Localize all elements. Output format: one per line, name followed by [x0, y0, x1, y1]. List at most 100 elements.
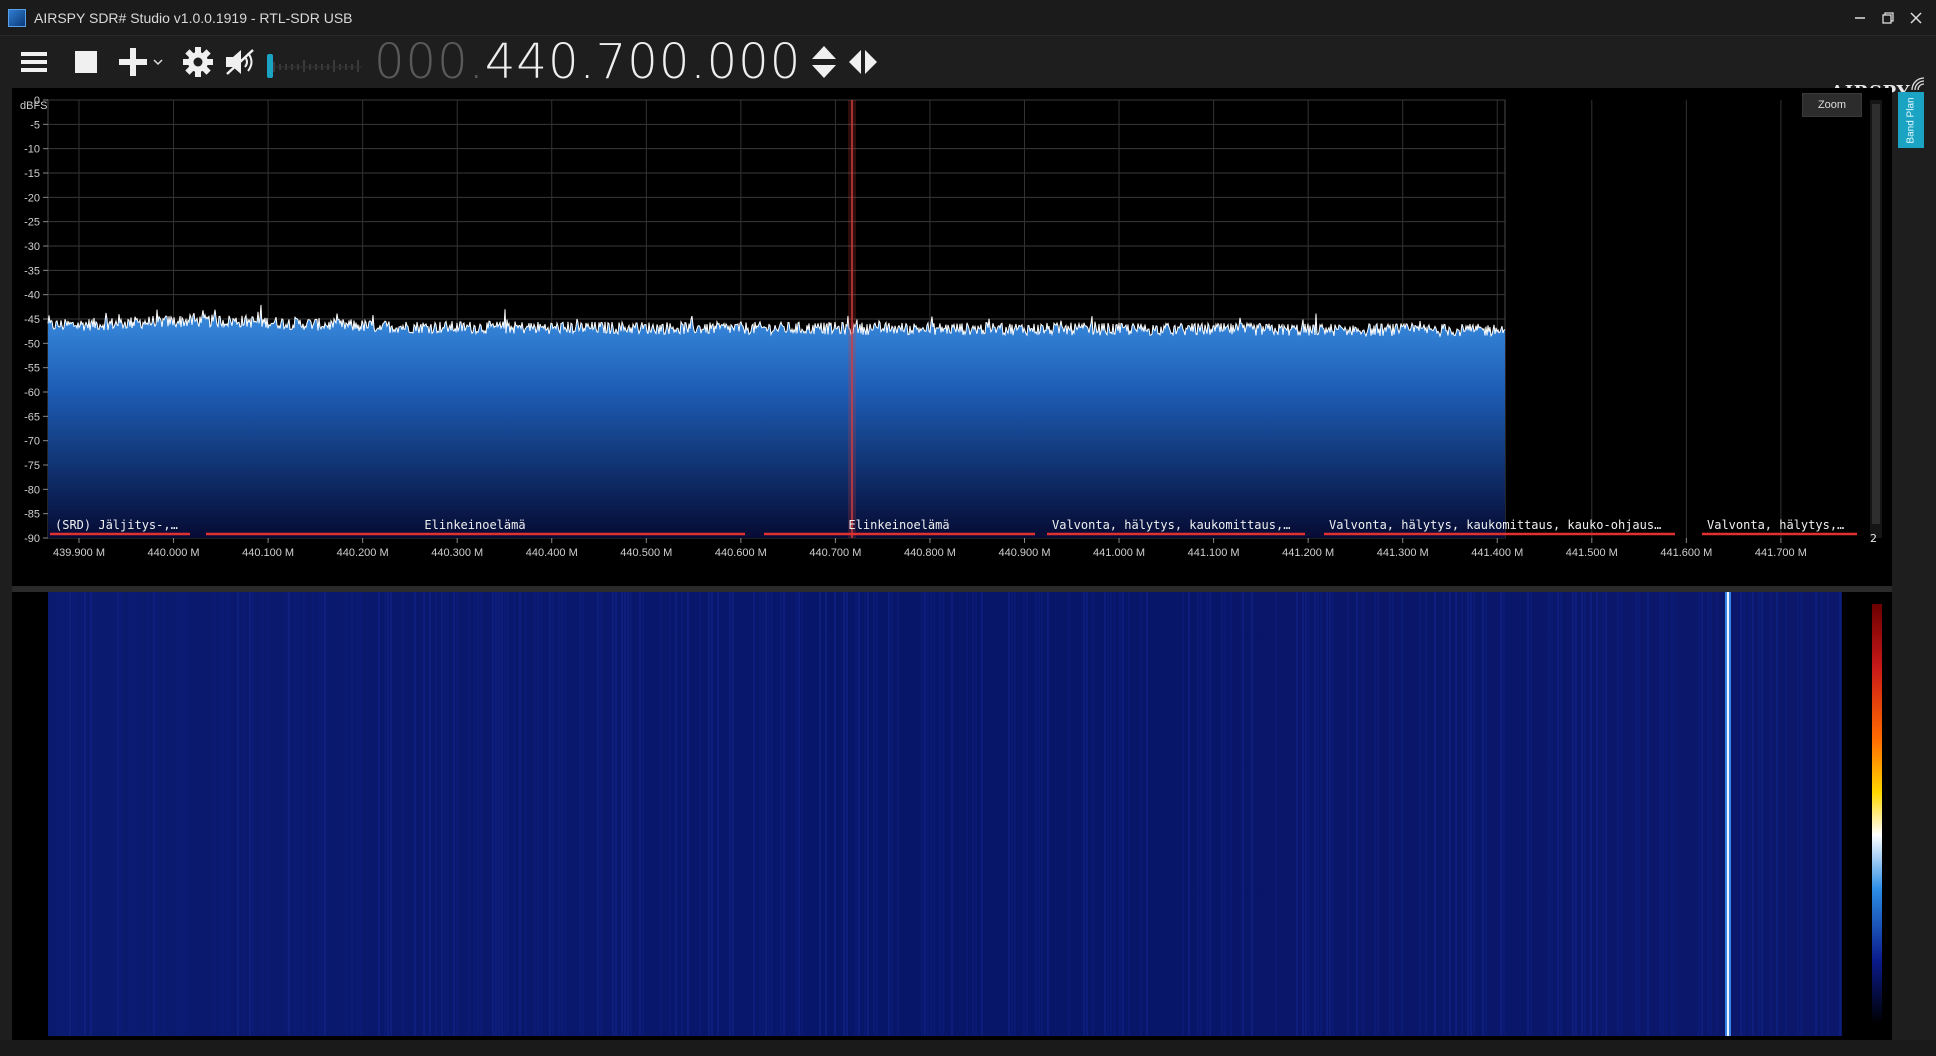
- waterfall-display[interactable]: [12, 592, 1892, 1040]
- spectrum-analyzer[interactable]: dBFS 0 -5 -10 -15 -20 -25 -30 -35 -40 -45 -50 -55 -6…: [12, 88, 1892, 586]
- waterfall-column: [1800, 592, 1802, 1036]
- waterfall-column: [1572, 592, 1574, 1036]
- waterfall-column: [1362, 592, 1364, 1036]
- gear-icon: [183, 47, 213, 77]
- waterfall-column: [1785, 592, 1787, 1036]
- waterfall-column: [135, 592, 137, 1036]
- waterfall-column: [972, 592, 974, 1036]
- waterfall-column: [435, 592, 437, 1036]
- x-tick-label: 440.700 M: [809, 547, 861, 559]
- waterfall-column: [1221, 592, 1223, 1036]
- spectrum-scrollbar-thumb[interactable]: [1872, 104, 1880, 524]
- waterfall-column: [1209, 592, 1211, 1036]
- spectrum-plot[interactable]: 0 -5 -10 -15 -20 -25 -30 -35 -40 -45 -50 -55 -60 -65 -…: [12, 88, 1892, 586]
- waterfall-column: [177, 592, 179, 1036]
- waterfall-column: [537, 592, 539, 1036]
- minimize-button[interactable]: [1846, 0, 1874, 36]
- waterfall-column: [351, 592, 353, 1036]
- waterfall-column: [1701, 592, 1703, 1036]
- waterfall-column: [1026, 592, 1028, 1036]
- waterfall-column: [681, 592, 683, 1036]
- title-bar: AIRSPY SDR# Studio v1.0.0.1919 - RTL-SDR…: [0, 0, 1936, 36]
- y-tick-label: 0: [34, 95, 40, 107]
- waterfall-column: [1332, 592, 1334, 1036]
- waterfall-column: [1128, 592, 1130, 1036]
- settings-button[interactable]: [176, 40, 220, 84]
- x-tick-label: 441.100 M: [1188, 547, 1240, 559]
- waterfall-column: [732, 592, 734, 1036]
- waterfall-column: [1011, 592, 1013, 1036]
- zoom-button[interactable]: Zoom: [1802, 93, 1862, 117]
- waterfall-column: [441, 592, 443, 1036]
- waterfall-column: [69, 592, 71, 1036]
- waterfall-column: [819, 592, 821, 1036]
- waterfall-column: [1590, 592, 1592, 1036]
- x-tick-label: 440.400 M: [526, 547, 578, 559]
- band-label[interactable]: Valvonta, hälytys, kaukomittaus, kauko-o…: [1329, 518, 1661, 532]
- mute-button[interactable]: [220, 40, 260, 84]
- waterfall-column: [84, 592, 86, 1036]
- band-plan-label: Band Plan: [1905, 96, 1917, 144]
- y-tick-label: -50: [24, 338, 40, 350]
- stop-button[interactable]: [64, 40, 108, 84]
- waterfall-column: [1821, 592, 1823, 1036]
- waterfall-column: [513, 592, 515, 1036]
- frequency-step-button[interactable]: [807, 40, 841, 84]
- y-tick-label: -45: [24, 314, 40, 326]
- waterfall-column: [534, 592, 536, 1036]
- waterfall-column: [1761, 592, 1763, 1036]
- waterfall-column: [846, 592, 848, 1036]
- band-label[interactable]: Elinkeinoelämä: [848, 518, 949, 532]
- y-tick-label: -10: [24, 144, 40, 156]
- waterfall-column: [1659, 592, 1661, 1036]
- main-menu-button[interactable]: [12, 40, 56, 84]
- frequency-digits[interactable]: 440.700.000: [485, 38, 801, 86]
- status-strip: [0, 1040, 1936, 1056]
- add-source-dropdown[interactable]: [150, 40, 166, 84]
- waterfall-column: [1392, 592, 1394, 1036]
- band-plan-tab[interactable]: Band Plan: [1898, 92, 1924, 148]
- left-right-arrows-icon: [849, 50, 878, 74]
- frequency-leading-digits[interactable]: 000.: [374, 38, 485, 86]
- waterfall-column: [186, 592, 188, 1036]
- waterfall-column: [1740, 592, 1742, 1036]
- band-label[interactable]: (SRD) Jäljitys-,…: [55, 518, 178, 532]
- waterfall-column: [1584, 592, 1586, 1036]
- waterfall-column: [474, 592, 476, 1036]
- waterfall-column: [780, 592, 782, 1036]
- x-tick-label: 441.400 M: [1471, 547, 1523, 559]
- band-label[interactable]: Valvonta, hälytys, kaukomittaus,…: [1052, 518, 1290, 532]
- restore-button[interactable]: [1874, 0, 1902, 36]
- waterfall-column: [867, 592, 869, 1036]
- speaker-muted-icon: [226, 49, 254, 75]
- band-label[interactable]: Valvonta, hälytys,…: [1707, 518, 1844, 532]
- waterfall-column: [930, 592, 932, 1036]
- band-label[interactable]: Elinkeinoelämä: [424, 518, 525, 532]
- waterfall-color-legend[interactable]: [1872, 604, 1882, 1024]
- add-source-button[interactable]: [116, 40, 150, 84]
- frequency-display[interactable]: 000. 440.700.000: [374, 38, 801, 86]
- waterfall-column: [939, 592, 941, 1036]
- waterfall-column: [1320, 592, 1322, 1036]
- waterfall-column: [66, 592, 68, 1036]
- waterfall-column: [1104, 592, 1106, 1036]
- waterfall-column: [501, 592, 503, 1036]
- waterfall-column: [897, 592, 899, 1036]
- waterfall-column: [261, 592, 263, 1036]
- waterfall-column: [1206, 592, 1208, 1036]
- waterfall-column: [1314, 592, 1316, 1036]
- waterfall-column: [1008, 592, 1010, 1036]
- frequency-shift-button[interactable]: [843, 40, 883, 84]
- waterfall-column: [228, 592, 230, 1036]
- waterfall-column: [1797, 592, 1799, 1036]
- waterfall-plot[interactable]: [12, 592, 1892, 1040]
- close-button[interactable]: [1902, 0, 1930, 36]
- waterfall-column: [507, 592, 509, 1036]
- waterfall-column: [1083, 592, 1085, 1036]
- waterfall-column: [1551, 592, 1553, 1036]
- waterfall-column: [1605, 592, 1607, 1036]
- waterfall-column: [1302, 592, 1304, 1036]
- waterfall-column: [180, 592, 182, 1036]
- volume-slider[interactable]: [266, 42, 366, 82]
- window-title: AIRSPY SDR# Studio v1.0.0.1919 - RTL-SDR…: [34, 9, 353, 26]
